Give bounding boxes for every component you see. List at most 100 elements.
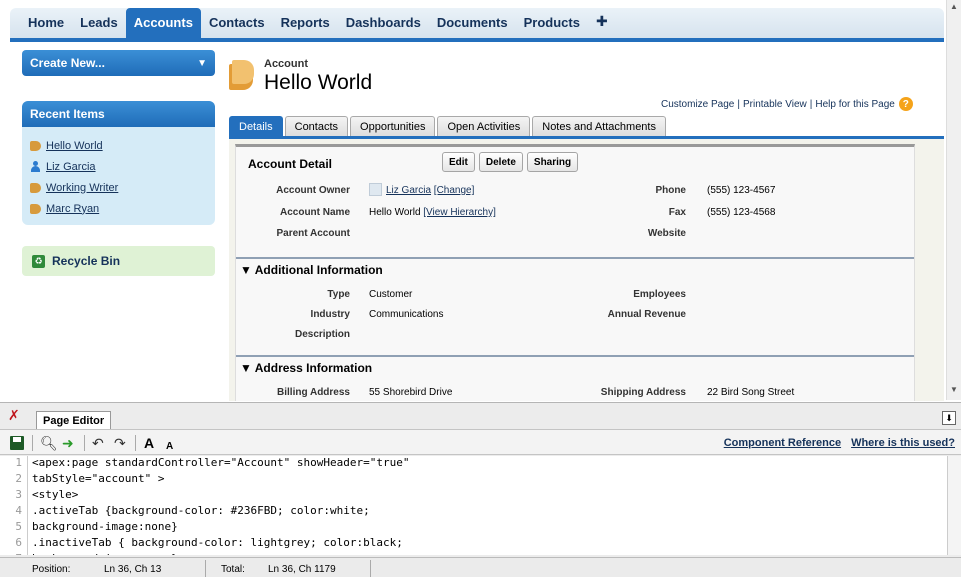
line-number: 6 [0, 536, 28, 552]
code-text[interactable]: .inactiveTab { background-color: lightgr… [28, 536, 403, 552]
avatar [369, 183, 382, 196]
redo-icon[interactable]: ↷ [114, 435, 126, 451]
nav-tab-reports[interactable]: Reports [273, 8, 338, 38]
contact-icon [30, 161, 41, 172]
tab-notes-and-attachments[interactable]: Notes and Attachments [532, 116, 666, 137]
help-page-link[interactable]: Help for this Page [815, 99, 895, 110]
sharing-button[interactable]: Sharing [526, 152, 579, 172]
field-label: Annual Revenue [607, 309, 686, 320]
account-icon [30, 182, 41, 193]
field-value: 55 Shorebird Drive [369, 387, 453, 398]
field-value: Communications [369, 309, 444, 320]
field-label: Billing Address [277, 387, 350, 398]
field-label: Shipping Address [600, 387, 686, 398]
top-nav: Home Leads Accounts Contacts Reports Dashboar… [10, 8, 944, 38]
close-editor-icon[interactable]: ✗ [8, 407, 20, 424]
account-icon [30, 140, 41, 151]
nav-tab-products[interactable]: Products [516, 8, 588, 38]
field-label: Employees [633, 289, 686, 300]
nav-tab-more[interactable]: ✚ [588, 8, 616, 38]
recent-item[interactable]: Working Writer [30, 177, 215, 198]
help-icon[interactable]: ? [898, 97, 913, 111]
nav-tab-leads[interactable]: Leads [72, 8, 126, 38]
view-hierarchy-link[interactable]: [View Hierarchy] [423, 207, 496, 218]
editor-links: Component Reference Where is this used? [714, 437, 955, 449]
total-value: Ln 36, Ch 1179 [268, 564, 336, 575]
tab-details[interactable]: Details [229, 116, 283, 137]
recent-item-label[interactable]: Working Writer [46, 182, 118, 194]
code-text[interactable]: <apex:page standardController="Account" … [28, 456, 410, 472]
field-label: Account Owner [276, 185, 350, 196]
page-editor-tab[interactable]: Page Editor [36, 411, 112, 429]
recent-item-label[interactable]: Liz Garcia [46, 161, 96, 173]
scroll-down-icon[interactable]: ▼ [950, 385, 958, 394]
field-row: Type Customer Employees [236, 285, 914, 305]
customize-page-link[interactable]: Customize Page [661, 99, 734, 110]
recent-item[interactable]: Marc Ryan [30, 198, 215, 219]
position-label: Position: [32, 564, 71, 575]
recent-items-title: Recent Items [22, 101, 215, 127]
code-line[interactable]: 7background-image:none} [0, 552, 947, 555]
code-line[interactable]: 5 background-image:none} [0, 520, 947, 536]
where-used-link[interactable]: Where is this used? [851, 437, 955, 449]
change-owner-link[interactable]: [Change] [434, 185, 475, 196]
recent-item-label[interactable]: Marc Ryan [46, 203, 99, 215]
code-scrollbar[interactable] [947, 456, 961, 555]
nav-tab-accounts[interactable]: Accounts [125, 8, 201, 38]
section-header-address[interactable]: ▼ Address Information [236, 355, 914, 375]
recent-item[interactable]: Liz Garcia [30, 156, 215, 177]
field-row: Account Owner Liz Garcia [Change] Phone … [236, 181, 914, 201]
page-scrollbar[interactable]: ▲ ▼ [946, 0, 961, 400]
field-value: (555) 123-4567 [707, 185, 776, 196]
create-new-button[interactable]: Create New... ▼ [22, 50, 215, 76]
code-text[interactable]: background-image:none} [28, 552, 178, 555]
recycle-bin-link[interactable]: ♻ Recycle Bin [22, 246, 215, 276]
delete-button[interactable]: Delete [478, 152, 523, 172]
code-text[interactable]: <style> [28, 488, 78, 504]
status-bar: Position: Ln 36, Ch 13 Total: Ln 36, Ch … [0, 557, 961, 577]
increase-font-icon[interactable]: A [144, 435, 154, 451]
line-number: 3 [0, 488, 28, 504]
field-value: 22 Bird Song Street [707, 387, 795, 398]
code-line[interactable]: 4 .activeTab {background-color: #236FBD; … [0, 504, 947, 520]
save-icon[interactable] [10, 435, 24, 451]
owner-link[interactable]: Liz Garcia [386, 185, 431, 196]
tab-opportunities[interactable]: Opportunities [350, 116, 436, 137]
nav-tab-documents[interactable]: Documents [429, 8, 516, 38]
account-name-value: Hello World [369, 207, 421, 218]
recent-item-label[interactable]: Hello World [46, 140, 103, 152]
component-reference-link[interactable]: Component Reference [724, 437, 841, 449]
field-value: (555) 123-4568 [707, 207, 776, 218]
section-header-additional[interactable]: ▼ Additional Information [236, 257, 914, 277]
code-line[interactable]: 1 <apex:page standardController="Account"… [0, 456, 947, 472]
nav-tab-contacts[interactable]: Contacts [201, 8, 273, 38]
help-links: Customize Page | Printable View | Help f… [661, 97, 913, 111]
tab-contacts[interactable]: Contacts [284, 116, 349, 137]
go-to-line-icon[interactable]: ➜ [62, 435, 74, 451]
tab-open-activities[interactable]: Open Activities [437, 116, 531, 137]
collapse-editor-icon[interactable]: ⬇ [942, 411, 956, 425]
code-text[interactable]: background-image:none} [28, 520, 178, 536]
page-editor: ✗ Page Editor ⬇ 🔍︎ ➜ ↶ ↷ A A Component R… [0, 402, 961, 577]
field-row: Parent Account Website [236, 224, 914, 244]
code-text[interactable]: tabStyle="account" > [28, 472, 164, 488]
decrease-font-icon[interactable]: A [166, 438, 173, 454]
nav-tab-dashboards[interactable]: Dashboards [338, 8, 429, 38]
account-icon [30, 203, 41, 214]
code-editor[interactable]: 1 <apex:page standardController="Account"… [0, 456, 947, 555]
code-line[interactable]: 3 <style> [0, 488, 947, 504]
nav-tabs: Home Leads Accounts Contacts Reports Dashboar… [10, 8, 944, 38]
scroll-up-icon[interactable]: ▲ [950, 2, 958, 11]
nav-tab-home[interactable]: Home [20, 8, 72, 38]
edit-button[interactable]: Edit [442, 152, 475, 172]
detail-buttons: Edit Delete Sharing [442, 152, 582, 172]
code-line[interactable]: 2 tabStyle="account" > [0, 472, 947, 488]
undo-icon[interactable]: ↶ [92, 435, 104, 451]
recycle-bin-label: Recycle Bin [52, 254, 121, 268]
search-icon[interactable]: 🔍︎ [40, 435, 58, 451]
code-text[interactable]: .activeTab {background-color: #236FBD; c… [28, 504, 370, 520]
printable-view-link[interactable]: Printable View [743, 99, 807, 110]
recent-item[interactable]: Hello World [30, 135, 215, 156]
code-line[interactable]: 6 .inactiveTab { background-color: lightg… [0, 536, 947, 552]
field-label: Industry [310, 309, 350, 320]
